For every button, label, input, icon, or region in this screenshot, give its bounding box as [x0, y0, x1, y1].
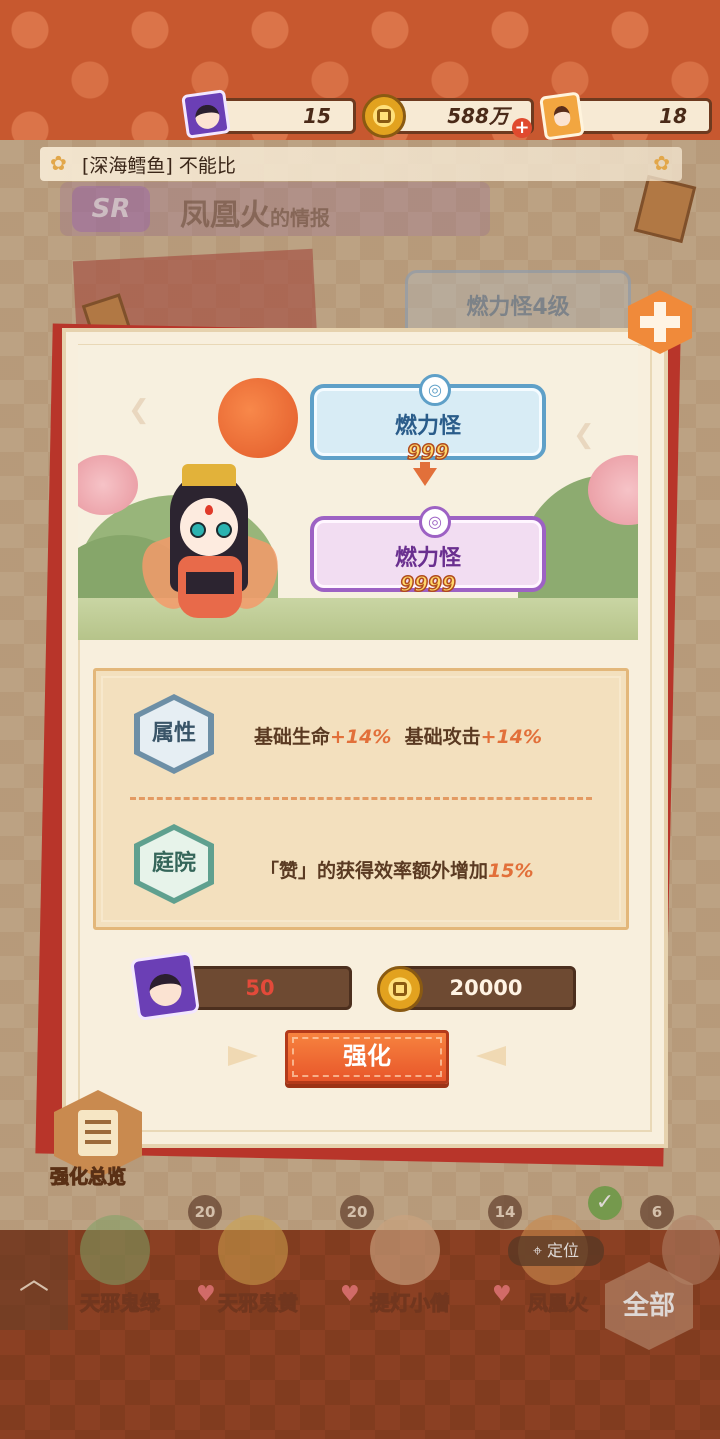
sun-decoration [218, 378, 298, 458]
enhance-button[interactable]: 强化 [285, 1030, 449, 1084]
attribute-label: 属性 [140, 700, 208, 768]
coin-cost-pill: 20000 [396, 966, 576, 1010]
flower-icon: ✿ [50, 151, 67, 175]
card-icon [539, 91, 585, 141]
attribute-hp-value: +14% [330, 726, 392, 748]
announcement-text: [深海鳕鱼] 不能比 [82, 155, 236, 177]
coin-cost-value: 20000 [449, 976, 523, 1000]
avatar-resource-count: 15 [208, 98, 356, 134]
current-skill-card: ◎ 燃力怪 999 [310, 374, 546, 465]
overview-label[interactable]: 强化总览 [49, 1162, 126, 1189]
decor-left-icon [228, 1046, 258, 1066]
flower-icon: ✿ [653, 151, 670, 175]
arrow-down-icon [413, 468, 437, 486]
yard-bonus-text: 「赞」的获得效率额外增加15% [260, 856, 534, 883]
attribute-hp-label: 基础生命 [254, 726, 331, 748]
current-skill-level: 999 [406, 439, 449, 465]
character-figure [133, 460, 287, 635]
swirl-icon: ◎ [419, 374, 451, 406]
card-count: 18 [566, 98, 712, 134]
attribute-atk-label: 基础攻击 [404, 726, 481, 748]
current-skill-name: 燃力怪 [394, 414, 461, 439]
yard-bonus-desc: 「赞」的获得效率额外增加 [260, 860, 489, 882]
next-skill-card: ◎ 燃力怪 9999 [310, 506, 546, 597]
add-coin-button[interactable]: + [512, 118, 532, 138]
next-skill-level: 9999 [399, 571, 456, 597]
announcement-marquee: ✿ [深海鳕鱼] 不能比 ✿ [40, 147, 682, 181]
yard-bonus-value: 15% [488, 860, 534, 882]
card-resource: 18 [539, 91, 712, 141]
attribute-bonus-text: 基础生命+14% 基础攻击+14% [254, 722, 542, 749]
yard-label: 庭院 [140, 830, 208, 898]
attribute-atk-value: +14% [480, 726, 543, 748]
next-skill-name: 燃力怪 [394, 546, 461, 571]
coin-icon [362, 94, 406, 138]
avatar-resource: 15 [181, 89, 356, 139]
divider [130, 797, 592, 800]
avatar-resource-icon [181, 89, 231, 139]
avatar-cost-value: 50 [245, 976, 275, 1000]
decor-right-icon [476, 1046, 506, 1066]
swirl-icon: ◎ [419, 506, 451, 538]
coin-cost-icon [377, 966, 423, 1012]
coin-resource: 588万 + [362, 94, 534, 138]
avatar-cost-icon [129, 950, 201, 1022]
